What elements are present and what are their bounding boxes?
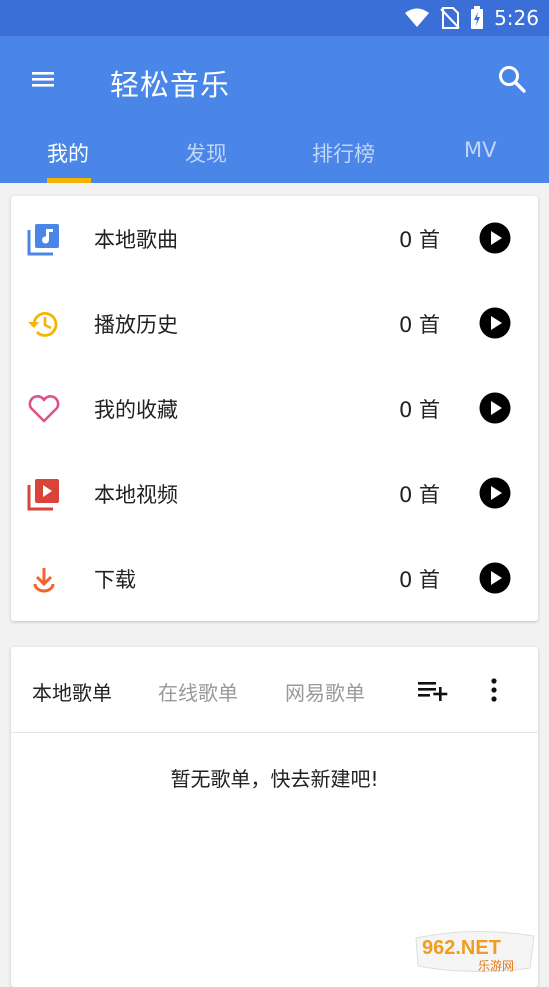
library-item-count: 0 首	[399, 313, 441, 337]
main-tabs: 我的 发现 排行榜 MV	[0, 126, 549, 183]
no-sim-icon	[440, 7, 460, 29]
search-icon[interactable]	[497, 64, 527, 94]
library-item-count: 0 首	[399, 398, 441, 422]
library-card: 本地歌曲 0 首 播放历史 0 首 我的收藏 0 首 本地视频 0 首 下载 0…	[11, 196, 538, 621]
tab-local-playlists[interactable]: 本地歌单	[32, 677, 112, 706]
library-item-count: 0 首	[399, 228, 441, 252]
library-item-count: 0 首	[399, 483, 441, 507]
library-item-count: 0 首	[399, 568, 441, 592]
tab-charts[interactable]: 排行榜	[312, 138, 375, 168]
tab-mine[interactable]: 我的	[47, 138, 89, 168]
library-item-label: 本地歌曲	[94, 228, 178, 252]
status-time: 5:26	[494, 6, 539, 30]
library-item-label: 播放历史	[94, 313, 178, 337]
more-vert-icon[interactable]	[481, 674, 507, 706]
play-icon[interactable]	[479, 477, 511, 509]
app-title: 轻松音乐	[110, 68, 231, 102]
play-icon[interactable]	[479, 222, 511, 254]
library-item-favorites[interactable]: 我的收藏 0 首	[11, 366, 538, 451]
play-icon[interactable]	[479, 562, 511, 594]
tab-indicator	[47, 178, 91, 183]
play-icon[interactable]	[479, 307, 511, 339]
watermark-text: 962.NET	[422, 937, 501, 959]
history-icon	[28, 312, 58, 337]
library-item-label: 下载	[94, 568, 136, 592]
library-item-play-history[interactable]: 播放历史 0 首	[11, 281, 538, 366]
tab-netease-playlists[interactable]: 网易歌单	[285, 677, 365, 706]
local-music-icon	[27, 224, 59, 256]
empty-playlist-message: 暂无歌单，快去新建吧!	[170, 767, 379, 791]
library-item-local-videos[interactable]: 本地视频 0 首	[11, 451, 538, 536]
watermark-subtext: 乐游网	[478, 959, 514, 973]
tab-online-playlists[interactable]: 在线歌单	[158, 677, 238, 706]
library-item-local-songs[interactable]: 本地歌曲 0 首	[11, 196, 538, 281]
heart-icon	[28, 395, 60, 423]
status-bar: 5:26	[0, 0, 549, 36]
video-icon	[27, 479, 59, 511]
divider	[11, 732, 538, 733]
add-playlist-icon[interactable]	[416, 675, 452, 705]
status-icons: 5:26	[404, 0, 539, 36]
library-item-downloads[interactable]: 下载 0 首	[11, 536, 538, 621]
app-bar: 轻松音乐 我的 发现 排行榜 MV	[0, 36, 549, 183]
watermark-logo: 962.NET 乐游网	[415, 930, 535, 973]
library-item-label: 我的收藏	[94, 398, 178, 422]
download-icon	[33, 568, 55, 593]
tab-mv[interactable]: MV	[464, 138, 496, 162]
wifi-icon	[405, 8, 430, 27]
battery-charging-icon	[471, 6, 484, 29]
tab-discover[interactable]: 发现	[185, 138, 227, 168]
library-item-label: 本地视频	[94, 483, 178, 507]
play-icon[interactable]	[479, 392, 511, 424]
menu-icon[interactable]	[30, 66, 56, 92]
